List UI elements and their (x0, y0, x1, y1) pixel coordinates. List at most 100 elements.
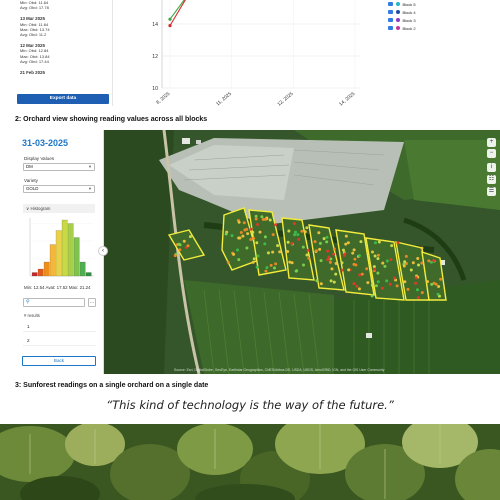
reading-marker[interactable] (406, 287, 410, 291)
reading-marker[interactable] (352, 282, 356, 286)
reading-marker[interactable] (237, 258, 241, 262)
reading-marker[interactable] (287, 229, 291, 233)
reading-marker[interactable] (346, 241, 350, 245)
reading-marker[interactable] (271, 233, 275, 237)
reading-marker[interactable] (173, 254, 177, 258)
reading-marker[interactable] (230, 234, 234, 238)
reading-marker[interactable] (402, 264, 406, 268)
reading-marker[interactable] (374, 284, 378, 288)
reading-marker[interactable] (426, 280, 430, 284)
legend-item[interactable]: Block 2 (388, 24, 468, 32)
histogram-bar[interactable] (61, 219, 68, 277)
histogram-bar[interactable] (79, 261, 86, 277)
reading-marker[interactable] (297, 237, 301, 241)
reading-marker[interactable] (255, 241, 259, 245)
reading-marker[interactable] (288, 260, 292, 264)
reading-marker[interactable] (245, 227, 249, 231)
reading-marker[interactable] (370, 283, 374, 287)
reading-marker[interactable] (396, 241, 400, 245)
date-entry[interactable]: Min: Obd: 11.64 Avg: Obd: 17.78 (20, 0, 110, 10)
reading-marker[interactable] (241, 234, 245, 238)
reading-marker[interactable] (404, 254, 408, 258)
reading-marker[interactable] (242, 221, 246, 225)
reading-marker[interactable] (366, 281, 370, 285)
reading-marker[interactable] (263, 242, 267, 246)
reading-marker[interactable] (343, 252, 347, 256)
reading-marker[interactable] (177, 242, 181, 246)
reading-marker[interactable] (317, 231, 321, 235)
checkbox-icon[interactable] (388, 9, 393, 15)
legend-item[interactable]: Block 5 (388, 0, 468, 8)
reading-marker[interactable] (340, 268, 344, 272)
histogram-bar[interactable] (55, 230, 62, 277)
reading-marker[interactable] (249, 238, 253, 242)
reading-marker[interactable] (319, 259, 323, 263)
legend-item[interactable]: Block 4 (388, 8, 468, 16)
reading-marker[interactable] (322, 237, 326, 241)
reading-marker[interactable] (263, 235, 267, 239)
histogram-bar[interactable] (43, 261, 50, 277)
reading-marker[interactable] (344, 234, 348, 238)
zoom-out-button[interactable]: − (487, 149, 496, 158)
reading-marker[interactable] (278, 250, 282, 254)
reading-marker[interactable] (182, 239, 186, 243)
reading-marker[interactable] (373, 241, 377, 245)
list-icon[interactable]: ☰ (487, 187, 496, 196)
more-options-button[interactable]: ··· (88, 298, 96, 307)
reading-marker[interactable] (417, 263, 421, 267)
histogram-bar[interactable] (73, 237, 80, 277)
reading-marker[interactable] (292, 222, 296, 226)
reading-marker[interactable] (239, 231, 243, 235)
reading-marker[interactable] (414, 276, 418, 280)
reading-marker[interactable] (260, 215, 264, 219)
reading-marker[interactable] (186, 244, 190, 248)
reading-marker[interactable] (296, 233, 300, 237)
reading-marker[interactable] (381, 261, 385, 265)
collapse-panel-button[interactable]: ‹ (98, 246, 108, 256)
reading-marker[interactable] (358, 273, 362, 277)
reading-marker[interactable] (439, 277, 443, 281)
histogram-bar[interactable] (31, 272, 38, 277)
reading-marker[interactable] (341, 248, 345, 252)
reading-marker[interactable] (276, 244, 280, 248)
reading-marker[interactable] (432, 259, 436, 263)
reading-marker[interactable] (370, 294, 374, 298)
reading-marker[interactable] (226, 260, 230, 264)
reading-marker[interactable] (245, 246, 249, 250)
reading-marker[interactable] (272, 266, 276, 270)
reading-marker[interactable] (420, 246, 424, 250)
export-data-button[interactable]: Export data (17, 94, 109, 104)
reading-marker[interactable] (437, 285, 441, 289)
reading-marker[interactable] (416, 288, 420, 292)
reading-marker[interactable] (420, 261, 424, 265)
reading-marker[interactable] (188, 235, 192, 239)
reading-marker[interactable] (256, 254, 260, 258)
data-point[interactable] (168, 24, 172, 28)
reading-marker[interactable] (326, 258, 330, 262)
reading-marker[interactable] (232, 252, 236, 256)
reading-marker[interactable] (251, 230, 255, 234)
reading-marker[interactable] (236, 248, 240, 252)
histogram-bar[interactable] (49, 244, 56, 277)
reading-marker[interactable] (376, 253, 380, 257)
variety-select[interactable]: GOLD ▼ (23, 185, 95, 193)
reading-marker[interactable] (393, 276, 397, 280)
reading-marker[interactable] (252, 257, 256, 261)
reading-marker[interactable] (318, 241, 322, 245)
histogram-bar[interactable] (37, 268, 44, 277)
reading-marker[interactable] (377, 240, 381, 244)
reading-marker[interactable] (306, 248, 310, 252)
reading-marker[interactable] (302, 263, 306, 267)
reading-marker[interactable] (340, 261, 344, 265)
reading-marker[interactable] (365, 267, 369, 271)
date-entry[interactable]: 21 Feb 2025 (20, 70, 110, 75)
reading-marker[interactable] (224, 232, 228, 236)
reading-marker[interactable] (332, 247, 336, 251)
reading-marker[interactable] (251, 260, 255, 264)
reading-marker[interactable] (332, 252, 336, 256)
reading-marker[interactable] (263, 217, 267, 221)
search-input[interactable]: ⚲ (23, 298, 85, 307)
reading-marker[interactable] (351, 251, 355, 255)
data-point[interactable] (168, 17, 172, 21)
reading-marker[interactable] (319, 282, 323, 286)
